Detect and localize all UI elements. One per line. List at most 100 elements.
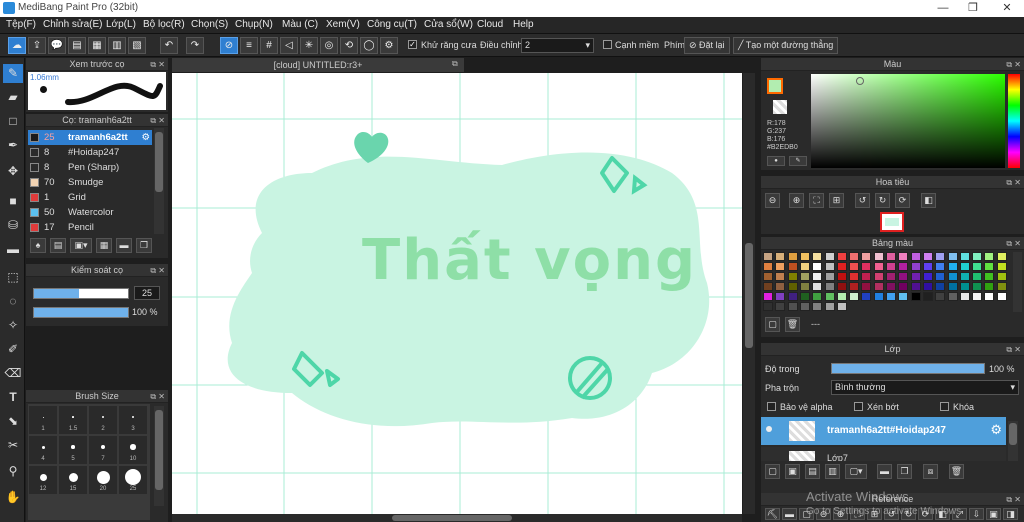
brush-item[interactable]: 50 Watercolor xyxy=(28,205,152,220)
merge-layer-icon[interactable]: ⧈ xyxy=(923,464,938,479)
radial-snap-icon[interactable]: ✳ xyxy=(300,37,318,54)
palette-swatch[interactable] xyxy=(972,282,983,291)
palette-swatch[interactable] xyxy=(812,272,823,281)
palette-swatch[interactable] xyxy=(799,282,810,291)
palette-swatch[interactable] xyxy=(972,252,983,261)
menu-help[interactable]: Help xyxy=(513,19,534,30)
menu-window[interactable]: Cửa sổ(W) xyxy=(424,19,473,30)
text-tool-icon[interactable]: T xyxy=(3,388,23,407)
palette-swatch[interactable] xyxy=(861,272,872,281)
palette-swatch[interactable] xyxy=(947,282,958,291)
brush-size-value[interactable]: 25 xyxy=(134,286,160,300)
brush-size-cell[interactable]: 5 xyxy=(59,436,87,464)
close-tab-icon[interactable]: ⧉ xyxy=(452,59,458,69)
select-pen-icon[interactable]: ✐ xyxy=(3,340,23,359)
eye-icon[interactable] xyxy=(766,426,772,432)
layer-row[interactable]: tramanh6a2tt#Hoidap247 ⚙ xyxy=(761,417,1006,445)
palette-swatch[interactable] xyxy=(910,292,921,301)
secondary-color-swatch[interactable] xyxy=(773,100,787,114)
duplicate-layer-icon[interactable]: ❐ xyxy=(897,464,912,479)
palette-swatch[interactable] xyxy=(959,252,970,261)
brush-size-cell[interactable]: 12 xyxy=(29,466,57,494)
layer-scrollbar[interactable] xyxy=(1008,421,1018,461)
palette-swatch[interactable] xyxy=(824,302,835,311)
menu-select[interactable]: Chọn(S) xyxy=(191,19,228,30)
download-icon[interactable]: ⇩ xyxy=(969,508,984,520)
palette-swatch[interactable] xyxy=(799,292,810,301)
menu-layer[interactable]: Lớp(L) xyxy=(106,19,136,30)
divide-tool-icon[interactable]: ✂ xyxy=(3,436,23,455)
palette-swatch[interactable] xyxy=(996,272,1007,281)
palette-swatch[interactable] xyxy=(836,292,847,301)
protect-alpha-checkbox[interactable] xyxy=(767,402,776,411)
palette-swatch[interactable] xyxy=(910,282,921,291)
palette-swatch[interactable] xyxy=(910,252,921,261)
delete-palette-icon[interactable]: 🗑 xyxy=(785,317,800,332)
palette-swatch[interactable] xyxy=(972,262,983,271)
palette-swatch[interactable] xyxy=(861,282,872,291)
popout-icon[interactable]: ⧉ ✕ xyxy=(150,114,165,127)
palette-swatch[interactable] xyxy=(898,282,909,291)
eyedropper-icon[interactable]: ⚲ xyxy=(3,462,23,481)
palette-swatch[interactable] xyxy=(922,272,933,281)
cloud-icon[interactable]: ☁ xyxy=(8,37,26,54)
hand-tool-icon[interactable]: ✋ xyxy=(3,488,23,507)
brush-size-cell[interactable]: 2 xyxy=(89,406,117,434)
brush-item[interactable]: 70 Smudge xyxy=(28,175,152,190)
palette-swatch[interactable] xyxy=(787,272,798,281)
palette-swatch[interactable] xyxy=(922,252,933,261)
palette-swatch[interactable] xyxy=(799,252,810,261)
operation-tool-icon[interactable]: ⬊ xyxy=(3,412,23,431)
palette-swatch[interactable] xyxy=(996,262,1007,271)
brush-item[interactable]: 8 Pen (Sharp) xyxy=(28,160,152,175)
menu-filter[interactable]: Bộ lọc(R) xyxy=(143,19,185,30)
primary-color-swatch[interactable] xyxy=(767,78,783,94)
popout-icon[interactable]: ⧉ ✕ xyxy=(150,58,165,71)
brush-size-slider[interactable] xyxy=(33,288,129,299)
add-layer-menu-icon[interactable]: ▢▾ xyxy=(845,464,867,479)
palette-swatch[interactable] xyxy=(873,282,884,291)
comment-icon[interactable]: 💬 xyxy=(48,37,66,54)
palette-swatch[interactable] xyxy=(836,302,847,311)
lasso-tool-icon[interactable]: ◌ xyxy=(3,292,23,311)
brush-copy-icon[interactable]: ▦ xyxy=(96,238,112,253)
palette-swatch[interactable] xyxy=(787,302,798,311)
new-8bit-layer-icon[interactable]: ▤ xyxy=(805,464,820,479)
menu-file[interactable]: Tệp(F) xyxy=(6,19,36,30)
menu-edit[interactable]: Chỉnh sửa(E) xyxy=(43,19,103,30)
palette-swatch[interactable] xyxy=(996,292,1007,301)
palette-swatch[interactable] xyxy=(775,302,786,311)
palette-swatch[interactable] xyxy=(763,282,773,291)
palette-swatch[interactable] xyxy=(959,272,970,281)
palette-swatch[interactable] xyxy=(922,282,933,291)
palette-swatch[interactable] xyxy=(775,252,786,261)
grid-view-icon[interactable]: ▥ xyxy=(108,37,126,54)
palette-swatch[interactable] xyxy=(922,262,933,271)
palette-swatch[interactable] xyxy=(849,292,860,301)
share-icon[interactable]: ⇪ xyxy=(28,37,46,54)
undo-icon[interactable]: ↶ xyxy=(160,37,178,54)
palette-swatch[interactable] xyxy=(836,282,847,291)
palette-swatch[interactable] xyxy=(886,282,896,291)
brush-size-cell[interactable]: 1.5 xyxy=(59,406,87,434)
document-tab[interactable]: [cloud] UNTITLED:r3+ xyxy=(172,58,464,72)
pick-icon[interactable]: ⛏ xyxy=(765,508,780,520)
palette-swatch[interactable] xyxy=(984,252,995,261)
palette-swatch[interactable] xyxy=(910,272,921,281)
palette-swatch[interactable] xyxy=(763,252,773,261)
brush-item[interactable]: 25 tramanh6a2tt ⚙ xyxy=(28,130,152,145)
palette-swatch[interactable] xyxy=(935,252,946,261)
panel-icon[interactable]: ▦ xyxy=(88,37,106,54)
palette-swatch[interactable] xyxy=(947,252,958,261)
brush-menu-icon[interactable]: ▤ xyxy=(50,238,66,253)
popout-icon[interactable]: ⧉ ✕ xyxy=(150,390,165,403)
palette-swatch[interactable] xyxy=(812,262,823,271)
lock-checkbox[interactable] xyxy=(940,402,949,411)
parallel-snap-icon[interactable]: ≡ xyxy=(240,37,258,54)
palette-swatch[interactable] xyxy=(812,252,823,261)
color-picker-field[interactable] xyxy=(811,74,1005,168)
palette-swatch[interactable] xyxy=(996,252,1007,261)
palette-swatch[interactable] xyxy=(799,272,810,281)
palette-swatch[interactable] xyxy=(873,272,884,281)
popout-icon[interactable]: ⧉ ✕ xyxy=(1006,343,1021,356)
